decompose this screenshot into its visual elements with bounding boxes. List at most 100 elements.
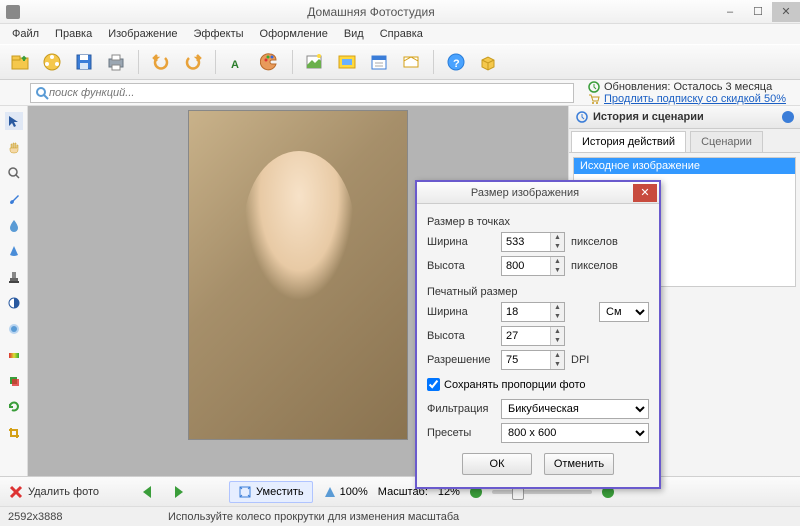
prev-button[interactable] [139,484,159,500]
main-toolbar: A ? [0,44,800,80]
fit-label: Уместить [256,486,304,498]
magnify-tool[interactable] [5,164,23,182]
zoom-100-button[interactable]: 100% [323,485,368,499]
text-icon[interactable]: A [224,48,252,76]
history-item[interactable]: Исходное изображение [574,158,795,174]
close-button[interactable]: ✕ [772,2,800,22]
drop-tool[interactable] [5,216,23,234]
palette-icon[interactable] [256,48,284,76]
dialog-titlebar[interactable]: Размер изображения ✕ [417,182,659,204]
unit-select[interactable]: См [599,302,649,322]
secondary-bar: Обновления: Осталось 3 месяца Продлить п… [0,80,800,106]
print-height-label: Высота [427,330,495,342]
menu-edit[interactable]: Правка [49,26,98,42]
titlebar: Домашняя Фотостудия – ☐ ✕ [0,0,800,24]
cart-icon [588,93,600,105]
ok-button[interactable]: ОК [462,453,532,475]
status-hint: Используйте колесо прокрутки для изменен… [168,511,459,523]
resolution-label: Разрешение [427,354,495,366]
renew-link[interactable]: Продлить подписку со скидкой 50% [604,93,786,105]
menu-help[interactable]: Справка [374,26,429,42]
main-area: История и сценарии История действий Сцен… [0,106,800,476]
app-icon [6,5,20,19]
cancel-button[interactable]: Отменить [544,453,614,475]
height-px-input[interactable]: ▲▼ [501,256,565,276]
width-px-input[interactable]: ▲▼ [501,232,565,252]
fit-button[interactable]: Уместить [229,481,313,503]
bottom-bar: Удалить фото Уместить 100% Масштаб: 12% [0,476,800,506]
print-size-label: Печатный размер [427,286,649,298]
delete-label: Удалить фото [28,486,99,498]
calendar-icon[interactable] [365,48,393,76]
menubar: Файл Правка Изображение Эффекты Оформлен… [0,24,800,44]
picture-sparkle-icon[interactable] [301,48,329,76]
keep-ratio-input[interactable] [427,378,440,391]
width-label: Ширина [427,236,495,248]
print-icon[interactable] [102,48,130,76]
panel-collapse-icon[interactable] [782,111,794,123]
filter-label: Фильтрация [427,403,495,415]
status-dimensions: 2592x3888 [8,511,168,523]
window-title: Домашняя Фотостудия [26,5,716,19]
open-folder-icon[interactable] [6,48,34,76]
rotate-tool[interactable] [5,398,23,416]
delete-icon [8,484,24,500]
clock-icon [588,81,600,93]
film-reel-icon[interactable] [38,48,66,76]
next-button[interactable] [169,484,189,500]
updates-text: Обновления: Осталось 3 месяца [604,81,772,93]
search-input[interactable] [49,87,569,99]
filter-select[interactable]: Бикубическая [501,399,649,419]
print-height-input[interactable]: ▲▼ [501,326,565,346]
brush-tool[interactable] [5,190,23,208]
menu-file[interactable]: Файл [6,26,45,42]
delete-photo-button[interactable]: Удалить фото [8,484,99,500]
minimize-button[interactable]: – [716,2,744,22]
dpi-unit: DPI [571,354,589,366]
history-panel-title: История и сценарии [593,111,782,123]
preset-select[interactable]: 800 x 600 [501,423,649,443]
pointer-tool[interactable] [5,112,23,130]
redo-icon[interactable] [179,48,207,76]
menu-design[interactable]: Оформление [254,26,334,42]
resolution-input[interactable]: ▲▼ [501,350,565,370]
dialog-title: Размер изображения [417,187,633,199]
zoom-100-icon [323,485,337,499]
tab-history[interactable]: История действий [571,131,686,152]
fit-icon [238,485,252,499]
tab-scenarios[interactable]: Сценарии [690,131,763,152]
keep-ratio-checkbox[interactable]: Сохранять пропорции фото [427,378,649,391]
height-label: Высота [427,260,495,272]
undo-icon[interactable] [147,48,175,76]
box-icon[interactable] [474,48,502,76]
px-unit-2: пикселов [571,260,618,272]
svg-text:A: A [231,59,239,71]
menu-view[interactable]: Вид [338,26,370,42]
picture-frame-icon[interactable] [333,48,361,76]
status-bar: 2592x3888 Используйте колесо прокрутки д… [0,506,800,526]
cone-tool[interactable] [5,242,23,260]
px-unit: пикселов [571,236,618,248]
updates-panel: Обновления: Осталось 3 месяца Продлить п… [580,81,800,105]
gradient-tool[interactable] [5,346,23,364]
maximize-button[interactable]: ☐ [744,2,772,22]
history-icon [575,110,589,124]
photo-image[interactable] [188,110,408,440]
preset-label: Пресеты [427,427,495,439]
zoom-slider[interactable] [492,490,592,494]
hand-tool[interactable] [5,138,23,156]
print-width-input[interactable]: ▲▼ [501,302,565,322]
dialog-close-button[interactable]: ✕ [633,184,657,202]
tool-palette [0,106,28,476]
crop-tool[interactable] [5,424,23,442]
help-icon[interactable]: ? [442,48,470,76]
menu-effects[interactable]: Эффекты [188,26,250,42]
history-panel-header: История и сценарии [569,106,800,129]
contrast-tool[interactable] [5,294,23,312]
card-icon[interactable] [397,48,425,76]
layers-tool[interactable] [5,372,23,390]
stamp-tool[interactable] [5,268,23,286]
blur-tool[interactable] [5,320,23,338]
menu-image[interactable]: Изображение [102,26,183,42]
save-icon[interactable] [70,48,98,76]
